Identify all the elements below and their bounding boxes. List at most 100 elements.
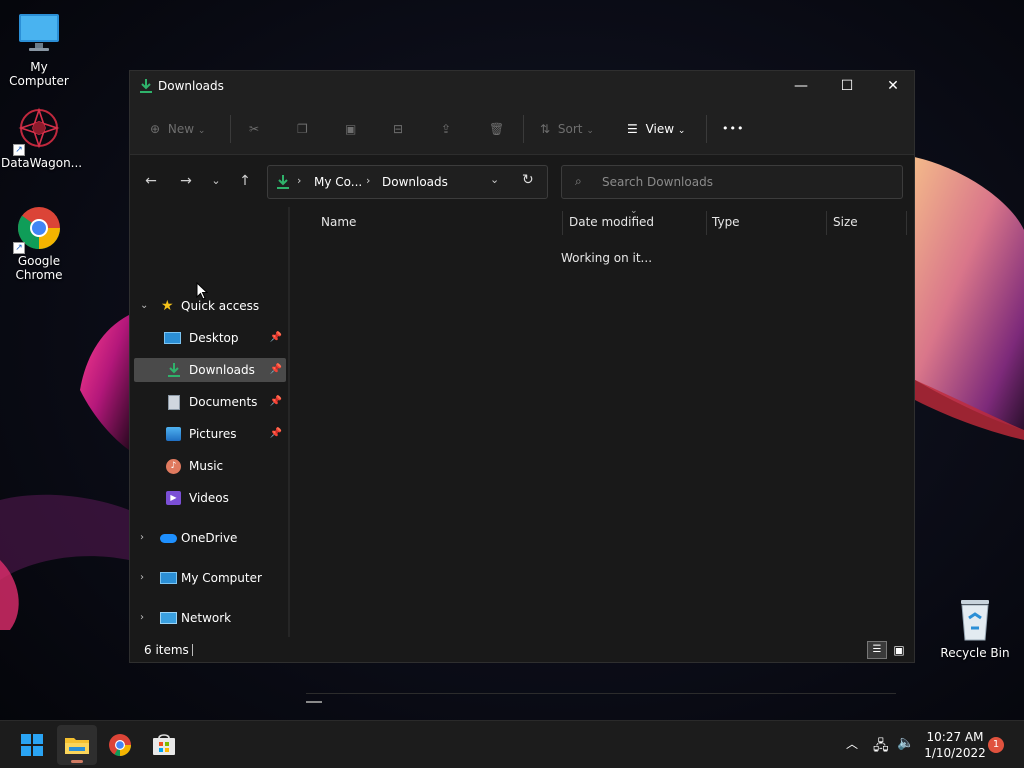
desktop-icon-label: My Computer <box>9 60 69 88</box>
chrome-icon: ↗ <box>13 204 63 254</box>
command-bar: ⊕ New ⌄ ✂ ❐ ▣ ⊟ ⇪ 🗑 ⇅ Sort ⌄ ☰ View ⌄ ••… <box>130 103 914 155</box>
sort-label: Sort <box>557 122 583 136</box>
column-header-date-modified[interactable]: Date modified <box>569 215 654 229</box>
start-icon <box>21 734 43 756</box>
chrome-icon <box>109 734 131 756</box>
nav-item-label: Videos <box>189 491 229 505</box>
nav-item-documents[interactable]: Documents 📌 <box>134 390 286 414</box>
up-arrow-icon[interactable]: ↑ <box>233 170 257 192</box>
desktop-icon-recycle-bin[interactable]: Recycle Bin <box>937 596 1013 660</box>
nav-item-label: OneDrive <box>181 531 238 545</box>
clock[interactable]: 10:27 AM 1/10/2022 <box>918 729 992 761</box>
nav-item-downloads[interactable]: Downloads 📌 <box>134 358 286 382</box>
address-bar[interactable]: › My Co... › Downloads ⌄ ↻ <box>267 165 548 199</box>
nav-item-network[interactable]: › Network <box>130 606 282 630</box>
column-header-size[interactable]: Size <box>833 215 858 229</box>
file-list[interactable]: Name Date modified ⌄ Type Size Working o… <box>290 206 914 703</box>
breadcrumb-downloads[interactable]: Downloads <box>382 175 448 189</box>
rename-button[interactable]: ⊟ <box>393 118 403 140</box>
clipboard-icon: ▣ <box>345 122 357 136</box>
breadcrumb-my-computer[interactable]: My Co... <box>314 175 362 189</box>
star-icon: ★ <box>161 298 174 314</box>
address-history-chevron-icon[interactable]: ⌄ <box>490 173 499 186</box>
downloads-icon <box>277 174 289 193</box>
recent-locations-chevron-icon[interactable]: ⌄ <box>204 170 228 192</box>
desktop-icon-google-chrome[interactable]: ↗ Google Chrome <box>1 204 77 282</box>
large-icons-view-icon[interactable]: ▣ <box>890 641 908 659</box>
active-indicator <box>71 760 83 763</box>
new-label: New <box>167 122 195 136</box>
sort-button[interactable]: ⇅ Sort ⌄ <box>540 118 594 140</box>
desktop-icon-label: DataWagon... <box>1 156 83 170</box>
clock-date: 1/10/2022 <box>924 746 986 760</box>
column-divider[interactable] <box>562 211 563 235</box>
refresh-icon[interactable]: ↻ <box>522 172 534 188</box>
desktop-icon-label: Recycle Bin <box>940 646 1010 660</box>
sort-icon: ⇅ <box>540 122 551 136</box>
column-header-name[interactable]: Name <box>321 215 356 229</box>
nav-item-desktop[interactable]: Desktop 📌 <box>134 326 286 350</box>
pictures-icon <box>166 427 181 441</box>
nav-item-pictures[interactable]: Pictures 📌 <box>134 422 286 446</box>
view-button[interactable]: ☰ View ⌄ <box>627 118 685 140</box>
column-divider[interactable] <box>906 211 907 235</box>
desktop-icon-label: Google Chrome <box>15 254 63 282</box>
nav-item-label: Desktop <box>189 331 239 345</box>
chevron-right-icon: › <box>140 612 144 623</box>
copy-button[interactable]: ❐ <box>297 118 308 140</box>
cut-button[interactable]: ✂ <box>249 118 259 140</box>
title-bar[interactable]: Downloads — ☐ ✕ <box>130 71 914 103</box>
shortcut-arrow-icon: ↗ <box>13 144 25 156</box>
copy-icon: ❐ <box>297 122 308 136</box>
status-divider <box>192 644 193 656</box>
volume-icon[interactable]: 🔈 <box>897 735 914 751</box>
pin-icon[interactable]: 📌 <box>270 390 282 414</box>
forward-arrow-icon[interactable]: → <box>174 170 198 192</box>
share-button[interactable]: ⇪ <box>441 118 451 140</box>
taskbar-file-explorer[interactable] <box>57 725 97 765</box>
share-icon: ⇪ <box>441 122 452 136</box>
back-arrow-icon[interactable]: ← <box>139 170 163 192</box>
search-placeholder: Search Downloads <box>602 175 713 189</box>
maximize-button[interactable]: ☐ <box>824 71 870 103</box>
clock-time: 10:27 AM <box>926 730 984 744</box>
nav-item-music[interactable]: ♪ Music <box>134 454 286 478</box>
paste-button[interactable]: ▣ <box>345 118 356 140</box>
chevron-right-icon: › <box>140 572 144 583</box>
nav-item-my-computer[interactable]: › My Computer <box>130 566 282 590</box>
desktop-icon-datawagon[interactable]: ↗ DataWagon... <box>1 106 83 170</box>
taskbar-store[interactable] <box>144 725 184 765</box>
music-icon: ♪ <box>166 459 181 474</box>
search-input[interactable]: ⌕ Search Downloads <box>561 165 903 199</box>
downloads-icon <box>139 78 153 97</box>
nav-item-onedrive[interactable]: › OneDrive <box>130 526 282 550</box>
recycle-bin-icon <box>951 596 999 644</box>
pin-icon[interactable]: 📌 <box>270 358 282 382</box>
rename-icon: ⊟ <box>393 122 404 136</box>
notification-badge[interactable]: 1 <box>988 737 1004 753</box>
see-more-button[interactable]: ••• <box>722 118 744 140</box>
mouse-pointer-icon <box>196 282 208 300</box>
column-header-type[interactable]: Type <box>712 215 740 229</box>
column-divider[interactable] <box>826 211 827 235</box>
details-view-icon[interactable]: ☰ <box>867 641 887 659</box>
taskbar-chrome[interactable] <box>100 725 140 765</box>
store-icon <box>153 734 175 755</box>
start-button[interactable] <box>12 725 52 765</box>
file-explorer-icon <box>65 738 89 754</box>
pin-icon[interactable]: 📌 <box>270 422 282 446</box>
minimize-button[interactable]: — <box>778 71 824 103</box>
close-button[interactable]: ✕ <box>870 71 916 103</box>
nav-item-videos[interactable]: ▶ Videos <box>134 486 286 510</box>
horizontal-scrollbar[interactable] <box>306 693 896 694</box>
new-button[interactable]: ⊕ New ⌄ <box>150 118 205 140</box>
network-status-icon[interactable]: 🖧 <box>873 735 889 759</box>
delete-button[interactable]: 🗑 <box>489 118 504 140</box>
chevron-down-icon: ⌄ <box>197 126 206 136</box>
show-hidden-icons-chevron-icon[interactable]: ︿ <box>846 735 858 752</box>
chevron-right-icon: › <box>140 532 144 543</box>
desktop-icon-my-computer[interactable]: My Computer <box>1 10 77 88</box>
pin-icon[interactable]: 📌 <box>270 326 282 350</box>
column-divider[interactable] <box>706 211 707 235</box>
scrollbar-thumb[interactable] <box>306 701 322 703</box>
